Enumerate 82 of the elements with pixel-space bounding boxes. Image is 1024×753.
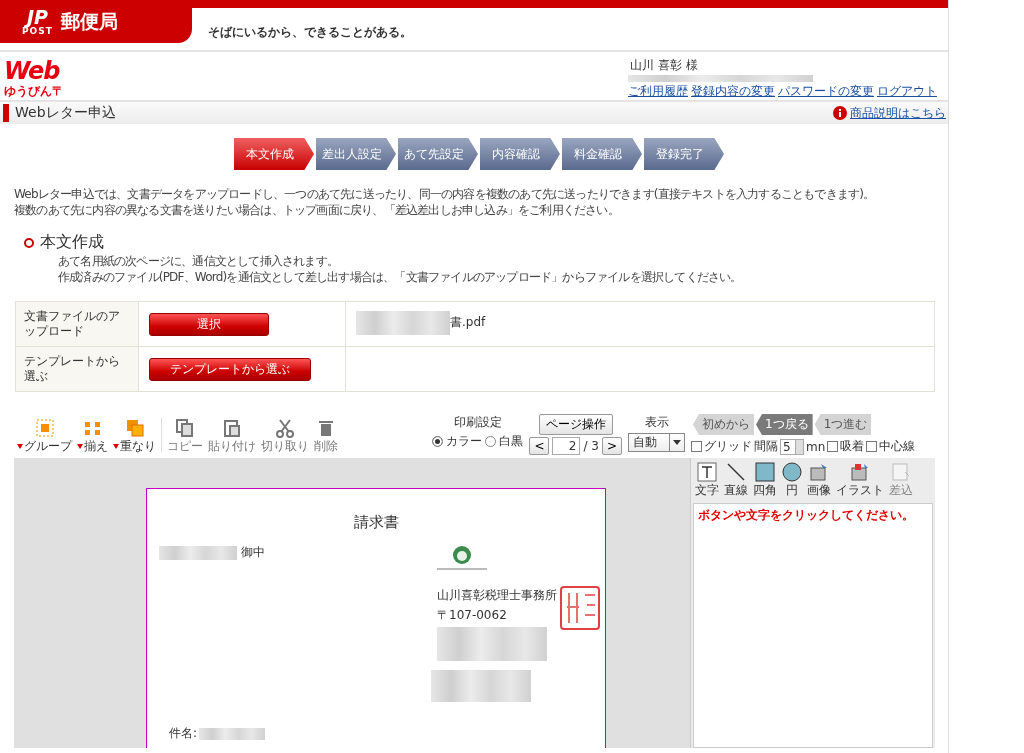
select-button[interactable]: 選択 bbox=[149, 312, 269, 336]
user-name: 山川 喜彰 様 bbox=[629, 57, 699, 74]
checkbox[interactable] bbox=[866, 441, 878, 452]
group-tool[interactable]: グループ bbox=[15, 418, 74, 455]
history-button[interactable]: 1つ戻る bbox=[756, 414, 813, 435]
image-upload-icon bbox=[809, 462, 829, 482]
display-label: 表示 bbox=[644, 414, 669, 431]
caret-icon bbox=[113, 444, 119, 449]
circle-icon bbox=[782, 462, 802, 482]
print-setting-label: 印刷設定 bbox=[453, 414, 502, 431]
office-logo-icon bbox=[452, 545, 472, 565]
overlapping-squares-icon bbox=[124, 418, 145, 438]
align-tool[interactable]: 揃え bbox=[75, 418, 110, 455]
page-total: / 3 bbox=[583, 439, 599, 453]
checkbox-label: 中心線 bbox=[879, 438, 916, 455]
page-operation-button[interactable]: ページ操作 bbox=[538, 414, 613, 435]
bullet-icon bbox=[24, 237, 34, 248]
trash-icon bbox=[316, 418, 336, 438]
select-button[interactable]: テンプレートから選ぶ bbox=[149, 357, 311, 381]
overlap-tool[interactable]: 重なり bbox=[111, 418, 158, 455]
sender-name: 山川喜彰税理士事務所 bbox=[437, 587, 558, 604]
web-logo-subtitle: ゆうびん〒 bbox=[4, 85, 64, 97]
insert-icon bbox=[891, 462, 911, 482]
scissors-icon bbox=[275, 418, 295, 438]
account-link[interactable]: パスワードの変更 bbox=[778, 83, 874, 100]
document-title: 請求書 bbox=[352, 513, 400, 532]
image-tool[interactable]: 画像 bbox=[805, 462, 833, 499]
web-logo[interactable]: Web bbox=[4, 57, 64, 85]
radio-button[interactable] bbox=[485, 436, 497, 447]
previous-page-button[interactable]: < bbox=[529, 437, 550, 455]
section-note: あて名用紙の次ページに、通信文として挿入されます。 bbox=[57, 253, 339, 269]
text-tool[interactable]: 文字 bbox=[693, 462, 721, 499]
next-page-button[interactable]: > bbox=[601, 437, 622, 455]
account-link[interactable]: ログアウト bbox=[877, 83, 937, 100]
tagline: そばにいるから、できることがある。 bbox=[208, 23, 412, 41]
file-name: 書.pdf bbox=[450, 314, 486, 331]
text-icon bbox=[697, 462, 717, 482]
checkbox-label: 吸着 bbox=[840, 438, 865, 455]
logo-caption-line bbox=[437, 568, 487, 570]
line-icon bbox=[726, 462, 746, 482]
logo-letters: JP POST bbox=[22, 7, 53, 36]
caret-icon bbox=[17, 444, 23, 449]
checkbox-label: グリッド bbox=[704, 438, 752, 455]
page-title: Webレター申込 bbox=[15, 104, 116, 122]
line-tool[interactable]: 直線 bbox=[722, 462, 750, 499]
help-link[interactable]: 商品説明はこちら bbox=[850, 104, 946, 122]
seal-stamp-icon bbox=[559, 585, 601, 631]
square-icon bbox=[755, 462, 775, 482]
intro-text: Webレター申込では、文書データをアップロードし、一つのあて先に送ったり、同一の内容を複数のあて先に送ったりできます(直接テキストを入力することもできます)。 bbox=[14, 186, 876, 202]
display-dropdown[interactable]: 自動 bbox=[628, 433, 685, 452]
caret-icon bbox=[77, 444, 83, 449]
brand-name: 郵便局 bbox=[60, 8, 118, 34]
spacing-field[interactable]: 5 bbox=[780, 438, 804, 455]
illust-tool[interactable]: イラスト bbox=[834, 462, 886, 499]
title-marker-icon bbox=[3, 104, 9, 122]
dashed-square-icon bbox=[34, 418, 55, 438]
subject-label: 件名: bbox=[169, 725, 198, 742]
paste-icon bbox=[222, 418, 242, 438]
copy-icon bbox=[175, 418, 195, 438]
addressee-suffix: 御中 bbox=[241, 544, 265, 561]
section-heading: 本文作成 bbox=[40, 232, 104, 253]
page-number-field[interactable]: 2 bbox=[552, 437, 581, 455]
intro-text: 複数のあて先に内容の異なる文書を送りたい場合は、トップ画面に戻り、「差込差出しお申し込み」をご利用ください。 bbox=[14, 202, 620, 218]
row-label: 文書ファイルのアップロード bbox=[24, 309, 121, 339]
hint-text: ボタンや文字をクリックしてください。 bbox=[698, 508, 914, 522]
circle-tool[interactable]: 円 bbox=[780, 462, 804, 499]
row-label: テンプレートから選ぶ bbox=[24, 354, 121, 384]
checkbox[interactable] bbox=[691, 441, 702, 452]
unit-label: mn bbox=[806, 439, 826, 454]
checkbox[interactable] bbox=[827, 441, 839, 452]
radio-label: カラー bbox=[446, 433, 483, 450]
radio-label: 白黒 bbox=[499, 433, 524, 450]
illustration-upload-icon bbox=[850, 462, 870, 482]
postal-code: 〒107-0062 bbox=[437, 607, 508, 624]
spacing-label: 間隔 bbox=[754, 438, 778, 455]
blurred-text bbox=[199, 727, 266, 740]
account-link[interactable]: ご利用履歴 bbox=[628, 83, 688, 100]
info-icon bbox=[833, 106, 847, 120]
section-note: 作成済みのファイル(PDF、Word)を通信文として差し出す場合は、「文書ファイルのアップロード」からファイルを選択してください。 bbox=[57, 269, 743, 285]
account-link[interactable]: 登録内容の変更 bbox=[691, 83, 775, 100]
rect-tool[interactable]: 四角 bbox=[751, 462, 779, 499]
radio-button[interactable] bbox=[432, 436, 444, 447]
